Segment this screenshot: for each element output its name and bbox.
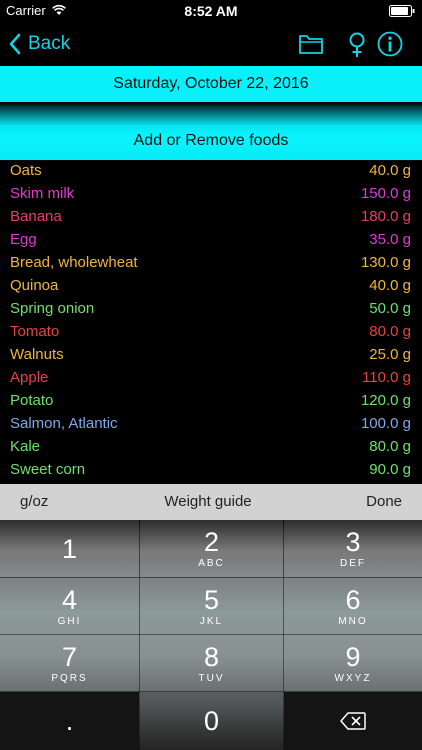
- food-weight: 180.0 g: [360, 208, 411, 225]
- food-name: Tomato: [10, 323, 60, 340]
- food-weight: 80.0 g: [369, 438, 411, 455]
- backspace-icon: [340, 712, 366, 730]
- back-label: Back: [28, 33, 71, 54]
- key-7[interactable]: 7 PQRS: [0, 635, 139, 691]
- key-digit: 3: [345, 527, 361, 557]
- food-row[interactable]: Tomato 80.0 g: [0, 321, 422, 344]
- food-name: Apple: [10, 369, 49, 386]
- numeric-keypad: 1 2 ABC 3 DEF 4 GHI 5 JKL 6 MNO 7 PQRS 8 TUV 9W…: [0, 520, 422, 750]
- add-remove-foods-label: Add or Remove foods: [133, 132, 289, 149]
- key-digit: 4: [61, 584, 78, 615]
- food-row[interactable]: Walnuts 25.0 g: [0, 344, 422, 367]
- food-name: Oats: [10, 162, 42, 179]
- key-9[interactable]: 9 WXYZ: [284, 635, 422, 691]
- key-letters: GHI: [57, 615, 82, 627]
- date-label: Saturday, October 22, 2016: [113, 75, 309, 92]
- female-icon[interactable]: [343, 30, 371, 58]
- key-2[interactable]: 2 ABC: [140, 520, 283, 577]
- folder-icon[interactable]: [297, 30, 325, 58]
- food-weight: 100.0 g: [360, 415, 411, 432]
- key-digit: 9: [345, 641, 361, 672]
- food-row[interactable]: Skim milk 150.0 g: [0, 183, 422, 206]
- keypad-divider: [0, 634, 422, 635]
- food-name: Walnuts: [10, 346, 64, 363]
- key-decimal[interactable]: .: [0, 692, 139, 750]
- food-weight: 35.0 g: [369, 231, 411, 248]
- key-letters: ABC: [198, 558, 225, 569]
- keypad-divider: [283, 520, 284, 750]
- food-weight: 40.0 g: [369, 162, 411, 179]
- done-button[interactable]: Done: [366, 493, 402, 510]
- battery-icon: [389, 5, 415, 17]
- keypad-divider: [0, 691, 422, 692]
- key-6[interactable]: 6 MNO: [284, 578, 422, 634]
- status-bar: Carrier 8:52 AM: [0, 0, 422, 22]
- food-name: Skim milk: [10, 185, 75, 202]
- info-icon[interactable]: [376, 30, 404, 58]
- food-weight: 130.0 g: [360, 254, 411, 271]
- food-weight: 50.0 g: [369, 300, 411, 317]
- key-1[interactable]: 1: [0, 520, 139, 577]
- key-digit: 2: [203, 527, 220, 557]
- food-row[interactable]: Sweet corn 90.0 g: [0, 459, 422, 482]
- key-letters: TUV: [198, 672, 225, 684]
- food-weight: 120.0 g: [360, 392, 411, 409]
- food-weight: 110.0 g: [362, 369, 411, 386]
- food-name: Egg: [10, 231, 37, 248]
- food-name: Salmon, Atlantic: [10, 415, 118, 432]
- key-letters: PQRS: [51, 672, 88, 684]
- food-list: Oats 40.0 g Skim milk 150.0 g Banana 180.0 …: [0, 160, 422, 484]
- food-row[interactable]: Potato 120.0 g: [0, 390, 422, 413]
- key-digit: 5: [203, 584, 220, 615]
- key-8[interactable]: 8 TUV: [140, 635, 283, 691]
- food-row[interactable]: Oats 40.0 g: [0, 160, 422, 183]
- key-4[interactable]: 4 GHI: [0, 578, 139, 634]
- key-3[interactable]: 3 DEF: [284, 520, 422, 577]
- food-name: Spring onion: [10, 300, 95, 317]
- key-digit: .: [65, 706, 74, 736]
- key-digit: 7: [61, 641, 78, 672]
- food-name: Bread, wholewheat: [10, 254, 138, 271]
- food-name: Sweet corn: [10, 461, 86, 478]
- keypad-divider: [0, 577, 422, 578]
- food-row[interactable]: Salmon, Atlantic 100.0 g: [0, 413, 422, 436]
- food-row[interactable]: Apple 110.0 g: [0, 367, 422, 390]
- food-weight: 90.0 g: [369, 461, 411, 478]
- weight-guide-button[interactable]: Weight guide: [0, 493, 416, 510]
- chevron-left-icon: [9, 33, 21, 55]
- key-0[interactable]: 0: [140, 692, 283, 750]
- food-row[interactable]: Quinoa 40.0 g: [0, 275, 422, 298]
- food-row[interactable]: Kale 80.0 g: [0, 436, 422, 459]
- key-digit: 0: [203, 706, 220, 736]
- key-5[interactable]: 5 JKL: [140, 578, 283, 634]
- food-row[interactable]: Bread, wholewheat 130.0 g: [0, 252, 422, 275]
- food-weight: 150.0 g: [360, 185, 411, 202]
- key-letters: DEF: [340, 558, 366, 569]
- food-row[interactable]: Banana 180.0 g: [0, 206, 422, 229]
- food-weight: 40.0 g: [369, 277, 411, 294]
- keypad-divider: [139, 520, 140, 750]
- food-weight: 25.0 g: [369, 346, 411, 363]
- food-weight: 80.0 g: [369, 323, 411, 340]
- food-name: Kale: [10, 438, 41, 455]
- food-row[interactable]: Egg 35.0 g: [0, 229, 422, 252]
- key-letters: WXYZ: [334, 672, 372, 684]
- backspace-key[interactable]: [284, 692, 422, 750]
- navigation-bar: Back: [0, 22, 422, 66]
- food-row[interactable]: Spring onion 50.0 g: [0, 298, 422, 321]
- add-remove-foods-button[interactable]: Add or Remove foods: [0, 102, 422, 160]
- key-letters: MNO: [338, 615, 368, 627]
- back-button[interactable]: Back: [8, 30, 70, 58]
- date-header[interactable]: Saturday, October 22, 2016: [0, 66, 422, 102]
- key-letters: JKL: [199, 615, 224, 627]
- food-name: Potato: [10, 392, 54, 409]
- keyboard-accessory-bar: g/oz Weight guide Done: [0, 484, 422, 520]
- food-name: Quinoa: [10, 277, 59, 294]
- food-name: Banana: [10, 208, 62, 225]
- key-digit: 1: [61, 533, 78, 564]
- key-digit: 6: [345, 584, 361, 615]
- key-digit: 8: [203, 641, 220, 672]
- status-time: 8:52 AM: [184, 3, 238, 19]
